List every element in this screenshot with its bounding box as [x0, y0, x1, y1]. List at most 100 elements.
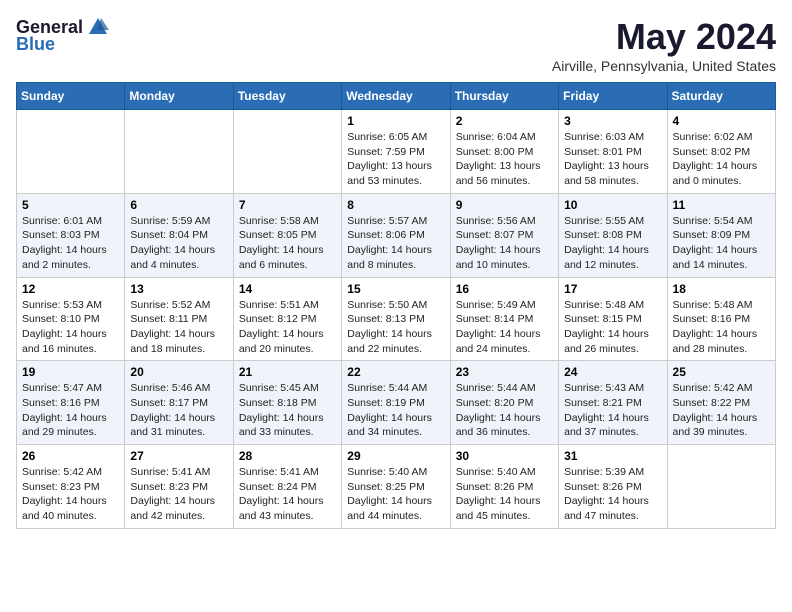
calendar-cell: [233, 110, 341, 194]
calendar-header: SundayMondayTuesdayWednesdayThursdayFrid…: [17, 83, 776, 110]
calendar-cell: 27 Sunrise: 5:41 AMSunset: 8:23 PMDayligh…: [125, 445, 233, 529]
day-info: Sunrise: 5:40 AMSunset: 8:25 PMDaylight:…: [347, 465, 444, 524]
day-info: Sunrise: 5:41 AMSunset: 8:24 PMDaylight:…: [239, 465, 336, 524]
calendar-cell: [125, 110, 233, 194]
calendar-cell: 23 Sunrise: 5:44 AMSunset: 8:20 PMDayligh…: [450, 361, 558, 445]
day-info: Sunrise: 5:48 AMSunset: 8:15 PMDaylight:…: [564, 298, 661, 357]
day-number: 15: [347, 282, 444, 296]
day-number: 4: [673, 114, 770, 128]
calendar-cell: 30 Sunrise: 5:40 AMSunset: 8:26 PMDayligh…: [450, 445, 558, 529]
calendar-cell: 26Sunrise: 5:42 AMSunset: 8:23 PMDayligh…: [17, 445, 125, 529]
day-number: 20: [130, 365, 227, 379]
logo-blue-text: Blue: [16, 34, 55, 55]
calendar-cell: 4 Sunrise: 6:02 AMSunset: 8:02 PMDaylight…: [667, 110, 775, 194]
calendar-cell: [667, 445, 775, 529]
day-number: 18: [673, 282, 770, 296]
day-number: 10: [564, 198, 661, 212]
day-number: 21: [239, 365, 336, 379]
day-number: 3: [564, 114, 661, 128]
week-row-5: 26Sunrise: 5:42 AMSunset: 8:23 PMDayligh…: [17, 445, 776, 529]
day-number: 19: [22, 365, 119, 379]
day-info: Sunrise: 6:01 AMSunset: 8:03 PMDaylight:…: [22, 214, 119, 273]
calendar-cell: 6 Sunrise: 5:59 AMSunset: 8:04 PMDaylight…: [125, 193, 233, 277]
logo: General Blue: [16, 16, 109, 55]
calendar-cell: 13 Sunrise: 5:52 AMSunset: 8:11 PMDayligh…: [125, 277, 233, 361]
day-number: 16: [456, 282, 553, 296]
calendar-body: 1Sunrise: 6:05 AMSunset: 7:59 PMDaylight…: [17, 110, 776, 529]
calendar-cell: 17 Sunrise: 5:48 AMSunset: 8:15 PMDayligh…: [559, 277, 667, 361]
month-title: May 2024: [552, 16, 776, 58]
day-info: Sunrise: 5:53 AMSunset: 8:10 PMDaylight:…: [22, 298, 119, 357]
day-info: Sunrise: 5:59 AMSunset: 8:04 PMDaylight:…: [130, 214, 227, 273]
weekday-header-sunday: Sunday: [17, 83, 125, 110]
calendar-cell: 7Sunrise: 5:58 AMSunset: 8:05 PMDaylight…: [233, 193, 341, 277]
calendar-cell: 15 Sunrise: 5:50 AMSunset: 8:13 PMDayligh…: [342, 277, 450, 361]
weekday-header-friday: Friday: [559, 83, 667, 110]
day-number: 5: [22, 198, 119, 212]
weekday-header-wednesday: Wednesday: [342, 83, 450, 110]
day-number: 7: [239, 198, 336, 212]
week-row-4: 19 Sunrise: 5:47 AMSunset: 8:16 PMDayligh…: [17, 361, 776, 445]
location: Airville, Pennsylvania, United States: [552, 58, 776, 74]
weekday-header-tuesday: Tuesday: [233, 83, 341, 110]
day-number: 14: [239, 282, 336, 296]
day-number: 29: [347, 449, 444, 463]
day-info: Sunrise: 6:02 AMSunset: 8:02 PMDaylight:…: [673, 130, 770, 189]
day-number: 13: [130, 282, 227, 296]
day-info: Sunrise: 5:39 AMSunset: 8:26 PMDaylight:…: [564, 465, 661, 524]
calendar-cell: 16 Sunrise: 5:49 AMSunset: 8:14 PMDayligh…: [450, 277, 558, 361]
day-info: Sunrise: 5:45 AMSunset: 8:18 PMDaylight:…: [239, 381, 336, 440]
day-number: 22: [347, 365, 444, 379]
weekday-header-monday: Monday: [125, 83, 233, 110]
day-info: Sunrise: 5:43 AMSunset: 8:21 PMDaylight:…: [564, 381, 661, 440]
calendar-cell: 22Sunrise: 5:44 AMSunset: 8:19 PMDayligh…: [342, 361, 450, 445]
day-number: 6: [130, 198, 227, 212]
weekday-header-saturday: Saturday: [667, 83, 775, 110]
day-info: Sunrise: 5:46 AMSunset: 8:17 PMDaylight:…: [130, 381, 227, 440]
calendar-cell: 8 Sunrise: 5:57 AMSunset: 8:06 PMDaylight…: [342, 193, 450, 277]
day-info: Sunrise: 5:50 AMSunset: 8:13 PMDaylight:…: [347, 298, 444, 357]
day-info: Sunrise: 5:54 AMSunset: 8:09 PMDaylight:…: [673, 214, 770, 273]
day-info: Sunrise: 5:49 AMSunset: 8:14 PMDaylight:…: [456, 298, 553, 357]
calendar-cell: 21 Sunrise: 5:45 AMSunset: 8:18 PMDayligh…: [233, 361, 341, 445]
calendar-cell: 28Sunrise: 5:41 AMSunset: 8:24 PMDayligh…: [233, 445, 341, 529]
day-info: Sunrise: 5:52 AMSunset: 8:11 PMDaylight:…: [130, 298, 227, 357]
day-info: Sunrise: 5:41 AMSunset: 8:23 PMDaylight:…: [130, 465, 227, 524]
day-number: 9: [456, 198, 553, 212]
day-number: 27: [130, 449, 227, 463]
day-info: Sunrise: 5:57 AMSunset: 8:06 PMDaylight:…: [347, 214, 444, 273]
day-number: 30: [456, 449, 553, 463]
day-number: 25: [673, 365, 770, 379]
day-info: Sunrise: 5:44 AMSunset: 8:20 PMDaylight:…: [456, 381, 553, 440]
day-number: 8: [347, 198, 444, 212]
day-number: 17: [564, 282, 661, 296]
day-number: 24: [564, 365, 661, 379]
weekday-row: SundayMondayTuesdayWednesdayThursdayFrid…: [17, 83, 776, 110]
calendar-cell: 29 Sunrise: 5:40 AMSunset: 8:25 PMDayligh…: [342, 445, 450, 529]
calendar-cell: 14 Sunrise: 5:51 AMSunset: 8:12 PMDayligh…: [233, 277, 341, 361]
page-header: General Blue May 2024 Airville, Pennsylv…: [16, 16, 776, 74]
day-number: 11: [673, 198, 770, 212]
calendar-cell: 10Sunrise: 5:55 AMSunset: 8:08 PMDayligh…: [559, 193, 667, 277]
day-info: Sunrise: 5:51 AMSunset: 8:12 PMDaylight:…: [239, 298, 336, 357]
day-info: Sunrise: 5:40 AMSunset: 8:26 PMDaylight:…: [456, 465, 553, 524]
calendar-cell: 12Sunrise: 5:53 AMSunset: 8:10 PMDayligh…: [17, 277, 125, 361]
calendar-cell: 1Sunrise: 6:05 AMSunset: 7:59 PMDaylight…: [342, 110, 450, 194]
day-info: Sunrise: 5:48 AMSunset: 8:16 PMDaylight:…: [673, 298, 770, 357]
calendar-cell: 11 Sunrise: 5:54 AMSunset: 8:09 PMDayligh…: [667, 193, 775, 277]
calendar-cell: 2Sunrise: 6:04 AMSunset: 8:00 PMDaylight…: [450, 110, 558, 194]
calendar-cell: 31 Sunrise: 5:39 AMSunset: 8:26 PMDayligh…: [559, 445, 667, 529]
week-row-3: 12Sunrise: 5:53 AMSunset: 8:10 PMDayligh…: [17, 277, 776, 361]
week-row-1: 1Sunrise: 6:05 AMSunset: 7:59 PMDaylight…: [17, 110, 776, 194]
calendar-cell: 3Sunrise: 6:03 AMSunset: 8:01 PMDaylight…: [559, 110, 667, 194]
day-info: Sunrise: 5:42 AMSunset: 8:23 PMDaylight:…: [22, 465, 119, 524]
calendar-cell: [17, 110, 125, 194]
day-number: 31: [564, 449, 661, 463]
weekday-header-thursday: Thursday: [450, 83, 558, 110]
calendar-cell: 19 Sunrise: 5:47 AMSunset: 8:16 PMDayligh…: [17, 361, 125, 445]
day-info: Sunrise: 5:56 AMSunset: 8:07 PMDaylight:…: [456, 214, 553, 273]
day-info: Sunrise: 5:47 AMSunset: 8:16 PMDaylight:…: [22, 381, 119, 440]
day-number: 23: [456, 365, 553, 379]
calendar-table: SundayMondayTuesdayWednesdayThursdayFrid…: [16, 82, 776, 529]
calendar-cell: 18 Sunrise: 5:48 AMSunset: 8:16 PMDayligh…: [667, 277, 775, 361]
